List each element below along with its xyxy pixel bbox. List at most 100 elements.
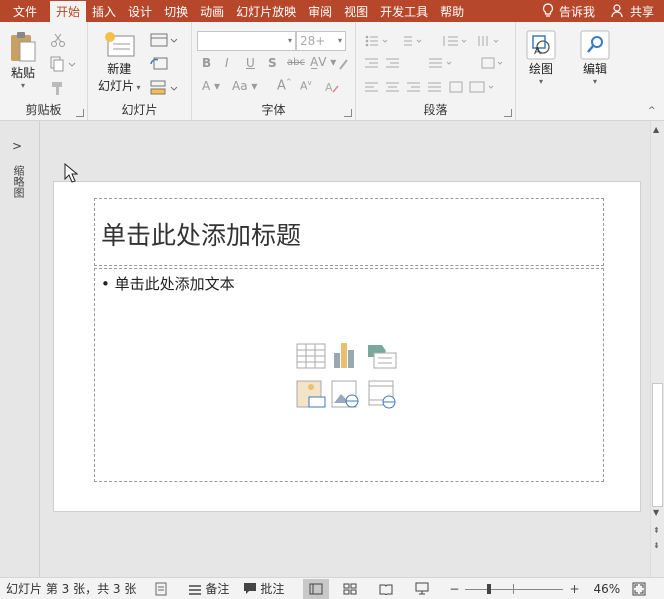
insert-chart-icon[interactable] (334, 343, 354, 368)
notes-button[interactable]: 备注 (188, 580, 229, 597)
tab-home[interactable]: 开始 (50, 1, 87, 22)
paragraph-launcher-icon[interactable] (504, 109, 512, 117)
title-placeholder[interactable]: 单击此处添加标题 (94, 198, 604, 266)
drawing-dropdown-arrow: ▾ (538, 77, 543, 86)
decrease-font-button[interactable]: Av (300, 79, 312, 93)
char-spacing-button[interactable]: A̲V ▾ (310, 55, 336, 69)
content-placeholder-text: • 单击此处添加文本 (101, 275, 235, 293)
normal-view-button[interactable] (303, 578, 330, 599)
tab-slideshow[interactable]: 幻灯片放映 (230, 0, 302, 22)
zoom-in-button[interactable]: + (569, 582, 579, 596)
paste-button[interactable]: 粘贴 ▾ (8, 30, 38, 90)
editing-button[interactable]: 编辑 ▾ (580, 30, 610, 86)
zoom-level[interactable]: 46% (594, 582, 621, 596)
scroll-up-arrow-icon[interactable]: ▲ (653, 125, 659, 134)
slideshow-icon[interactable] (415, 582, 429, 595)
ribbon: 粘贴 ▾ 剪贴板 新建 幻灯片 ▾ 幻灯片 ▾ 28+ ▾ B I U S abc… (0, 22, 664, 121)
insert-online-picture-icon[interactable] (331, 380, 359, 408)
insert-content-icons (296, 343, 397, 409)
paragraph-icons-row1[interactable] (364, 34, 514, 48)
shadow-button[interactable]: S (268, 56, 277, 70)
increase-font-button[interactable]: A^ (277, 78, 292, 93)
new-slide-label-1: 新建 (107, 62, 132, 76)
next-slide-icon[interactable]: ⇟ (653, 541, 660, 550)
strikethrough-button[interactable]: abc (287, 57, 305, 68)
paragraph-icons-row2[interactable] (364, 56, 514, 70)
reading-view-icon[interactable] (379, 583, 393, 595)
zoom-slider-thumb[interactable] (487, 583, 492, 594)
content-placeholder[interactable]: • 单击此处添加文本 (94, 268, 604, 482)
insert-video-icon[interactable] (368, 380, 396, 409)
layout-icon[interactable] (150, 32, 178, 48)
font-size-combo[interactable]: 28+ ▾ (296, 31, 346, 51)
group-label-font: 字体 (261, 103, 286, 117)
change-case-button[interactable]: Aa ▾ (232, 79, 257, 93)
scrollbar-thumb[interactable] (652, 383, 663, 507)
slide-canvas[interactable]: 单击此处添加标题 • 单击此处添加文本 (53, 181, 641, 512)
svg-text:A: A (325, 81, 333, 94)
italic-button[interactable]: I (225, 56, 229, 70)
shapes-icon: A (526, 30, 556, 60)
mouse-cursor-icon (64, 163, 78, 183)
drawing-button[interactable]: A 绘图 ▾ (526, 30, 556, 86)
tab-review[interactable]: 审阅 (302, 0, 338, 22)
paragraph-icons-row3[interactable] (364, 80, 514, 94)
prev-slide-icon[interactable]: ⇞ (653, 526, 660, 535)
slide-count: 幻灯片 第 3 张，共 3 张 (6, 582, 137, 596)
collapse-ribbon-icon[interactable]: ^ (648, 106, 656, 116)
thumbnail-pane-label[interactable]: 缩略图 (10, 165, 26, 198)
bold-button[interactable]: B (202, 56, 211, 70)
tab-transitions[interactable]: 切换 (158, 0, 194, 22)
insert-smartart-icon[interactable] (368, 345, 397, 369)
comment-icon (244, 583, 257, 594)
paste-dropdown-arrow: ▾ (20, 81, 25, 90)
tab-view[interactable]: 视图 (338, 0, 374, 22)
fit-to-window-icon[interactable] (632, 582, 646, 596)
clear-format-icon[interactable] (337, 57, 351, 71)
tab-help[interactable]: 帮助 (434, 0, 470, 22)
font-launcher-icon[interactable] (344, 109, 352, 117)
zoom-out-button[interactable]: − (449, 582, 459, 596)
section-icon[interactable] (150, 80, 178, 96)
tab-animations[interactable]: 动画 (194, 0, 230, 22)
insert-table-icon[interactable] (296, 343, 326, 369)
tab-insert[interactable]: 插入 (86, 0, 122, 22)
drawing-label: 绘图 (528, 62, 553, 76)
reset-slide-icon[interactable] (150, 56, 168, 72)
group-label-clipboard: 剪贴板 (25, 103, 62, 117)
zoom-slider[interactable] (465, 583, 564, 594)
new-slide-label-2: 幻灯片 ▾ (98, 79, 141, 93)
clipboard-launcher-icon[interactable] (76, 109, 84, 117)
cut-icon[interactable] (50, 32, 66, 48)
slide-sorter-icon[interactable] (343, 583, 357, 595)
format-painter-icon[interactable] (50, 80, 66, 96)
group-paragraph: 段落 (356, 22, 516, 121)
tab-design[interactable]: 设计 (122, 0, 158, 22)
new-slide-icon (105, 32, 135, 57)
editing-dropdown-arrow: ▾ (592, 77, 597, 86)
font-color-button[interactable]: A ▾ (202, 79, 220, 93)
title-placeholder-text: 单击此处添加标题 (101, 221, 302, 250)
clear-all-format-icon[interactable]: A (324, 80, 340, 94)
tell-me-button[interactable]: 告诉我 (534, 0, 603, 22)
scroll-down-arrow-icon[interactable]: ▼ (653, 508, 659, 517)
expand-thumbnails-icon[interactable]: > (12, 139, 22, 153)
spellcheck-icon[interactable] (154, 582, 168, 596)
vertical-scrollbar[interactable]: ▲ ▼ ⇞ ⇟ (650, 121, 664, 577)
tell-me-label: 告诉我 (558, 4, 595, 19)
copy-icon[interactable] (50, 56, 76, 72)
underline-button[interactable]: U (246, 56, 255, 70)
comments-button[interactable]: 批注 (243, 580, 284, 597)
group-slides: 新建 幻灯片 ▾ 幻灯片 (88, 22, 192, 121)
thumbnail-pane: > 缩略图 (0, 121, 40, 577)
new-slide-button[interactable]: 新建 幻灯片 ▾ (98, 30, 141, 94)
group-drawing: A 绘图 ▾ (516, 22, 570, 121)
status-bar: 幻灯片 第 3 张，共 3 张 备注 批注 − + 46% (0, 577, 664, 599)
editing-label: 编辑 (582, 62, 607, 76)
tab-developer[interactable]: 开发工具 (374, 0, 434, 22)
share-button[interactable]: 共享 (603, 0, 664, 22)
tab-file[interactable]: 文件 (0, 0, 50, 22)
slide-workspace: 单击此处添加标题 • 单击此处添加文本 (41, 121, 650, 577)
insert-picture-icon[interactable] (296, 380, 326, 408)
font-name-combo[interactable]: ▾ (197, 31, 296, 51)
